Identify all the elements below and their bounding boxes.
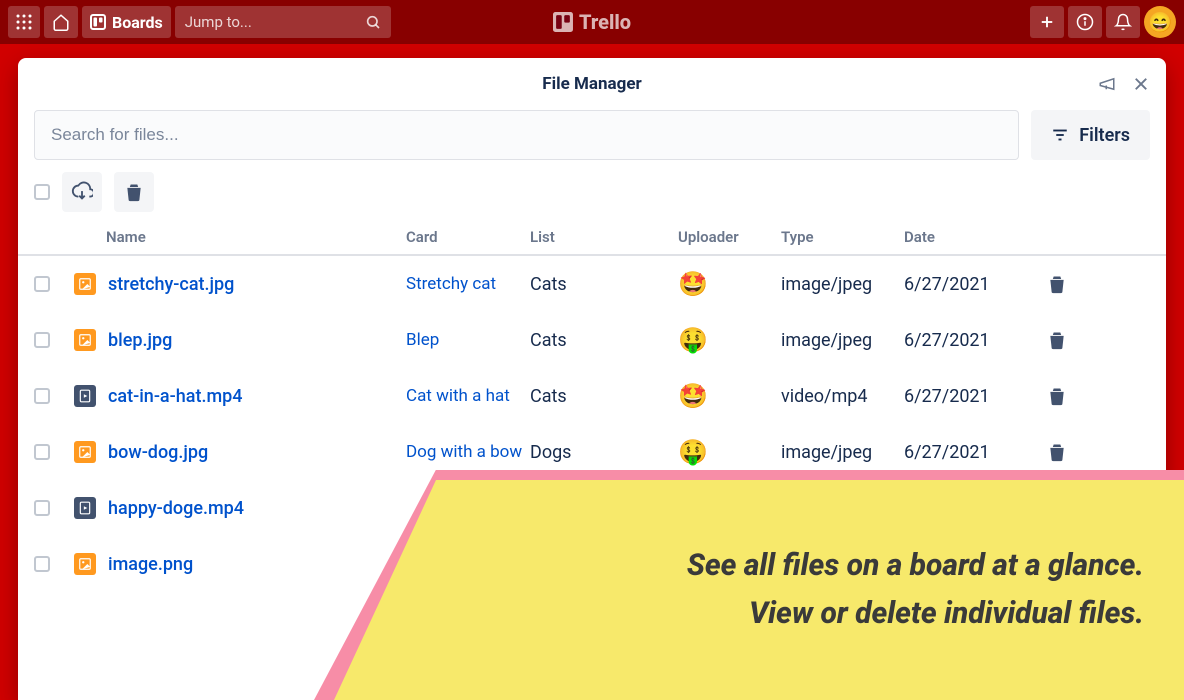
image-file-icon — [74, 329, 96, 351]
filters-label: Filters — [1079, 125, 1130, 146]
date-cell: 6/27/2021 — [904, 386, 1047, 407]
image-file-icon — [74, 273, 96, 295]
delete-row-button[interactable] — [1047, 386, 1127, 406]
delete-selected-button[interactable] — [114, 172, 154, 212]
search-input[interactable] — [34, 110, 1019, 160]
file-name-link[interactable]: blep.jpg — [108, 330, 172, 351]
apps-menu-button[interactable] — [8, 6, 40, 38]
list-cell: Cats — [530, 330, 678, 351]
notifications-button[interactable] — [1106, 6, 1140, 38]
image-file-icon — [74, 441, 96, 463]
col-uploader: Uploader — [678, 228, 781, 246]
table-row: cat-in-a-hat.mp4 Cat with a hat Cats 🤩 v… — [18, 368, 1166, 424]
row-checkbox[interactable] — [34, 500, 50, 516]
video-file-icon — [74, 497, 96, 519]
file-name-link[interactable]: stretchy-cat.jpg — [108, 274, 234, 295]
row-checkbox[interactable] — [34, 388, 50, 404]
callout-line-1: See all files on a board at a glance. — [334, 542, 1144, 590]
col-type: Type — [781, 228, 904, 246]
col-card: Card — [406, 228, 530, 246]
delete-row-button[interactable] — [1047, 330, 1127, 350]
date-cell: 6/27/2021 — [904, 330, 1047, 351]
callout-banner: See all files on a board at a glance. Vi… — [334, 480, 1184, 700]
date-cell: 6/27/2021 — [904, 442, 1047, 463]
filter-icon — [1051, 126, 1069, 144]
select-all-checkbox[interactable] — [34, 184, 50, 200]
row-checkbox[interactable] — [34, 444, 50, 460]
table-row: stretchy-cat.jpg Stretchy cat Cats 🤩 ima… — [18, 256, 1166, 312]
file-name-link[interactable]: bow-dog.jpg — [108, 442, 208, 463]
type-cell: video/mp4 — [781, 386, 904, 407]
list-cell: Cats — [530, 386, 678, 407]
uploader-avatar: 🤩 — [678, 382, 781, 410]
info-button[interactable] — [1068, 6, 1102, 38]
add-button[interactable] — [1030, 6, 1064, 38]
jump-to-placeholder: Jump to... — [185, 13, 252, 31]
uploader-avatar: 🤑 — [678, 326, 781, 354]
search-icon — [365, 14, 381, 30]
col-date: Date — [904, 228, 1047, 246]
jump-to-search[interactable]: Jump to... — [175, 6, 391, 38]
uploader-avatar: 🤩 — [678, 270, 781, 298]
file-name-link[interactable]: image.png — [108, 554, 193, 575]
card-link[interactable]: Blep — [406, 330, 439, 350]
file-name-link[interactable]: happy-doge.mp4 — [108, 498, 244, 519]
col-name: Name — [74, 228, 406, 246]
delete-row-button[interactable] — [1047, 442, 1127, 462]
close-button[interactable] — [1132, 75, 1150, 93]
col-list: List — [530, 228, 678, 246]
trello-header: Boards Jump to... Trello 😄 — [0, 0, 1184, 44]
file-name-link[interactable]: cat-in-a-hat.mp4 — [108, 386, 242, 407]
row-checkbox[interactable] — [34, 332, 50, 348]
date-cell: 6/27/2021 — [904, 274, 1047, 295]
card-link[interactable]: Cat with a hat — [406, 386, 510, 406]
delete-row-button[interactable] — [1047, 274, 1127, 294]
card-link[interactable]: Stretchy cat — [406, 274, 496, 294]
callout-line-2: View or delete individual files. — [334, 590, 1144, 638]
table-row: blep.jpg Blep Cats 🤑 image/jpeg 6/27/202… — [18, 312, 1166, 368]
filters-button[interactable]: Filters — [1031, 110, 1150, 160]
modal-title: File Manager — [542, 74, 641, 94]
user-avatar[interactable]: 😄 — [1144, 6, 1176, 38]
card-link[interactable]: Dog with a bow — [406, 442, 522, 462]
type-cell: image/jpeg — [781, 330, 904, 351]
boards-label: Boards — [112, 13, 163, 32]
list-cell: Dogs — [530, 442, 678, 463]
home-button[interactable] — [44, 6, 78, 38]
boards-button[interactable]: Boards — [82, 6, 171, 38]
type-cell: image/jpeg — [781, 274, 904, 295]
download-button[interactable] — [62, 172, 102, 212]
image-file-icon — [74, 553, 96, 575]
type-cell: image/jpeg — [781, 442, 904, 463]
row-checkbox[interactable] — [34, 276, 50, 292]
announcement-icon[interactable] — [1098, 75, 1116, 93]
trello-logo: Trello — [553, 10, 631, 34]
list-cell: Cats — [530, 274, 678, 295]
row-checkbox[interactable] — [34, 556, 50, 572]
uploader-avatar: 🤑 — [678, 438, 781, 466]
table-header: Name Card List Uploader Type Date — [18, 220, 1166, 256]
video-file-icon — [74, 385, 96, 407]
